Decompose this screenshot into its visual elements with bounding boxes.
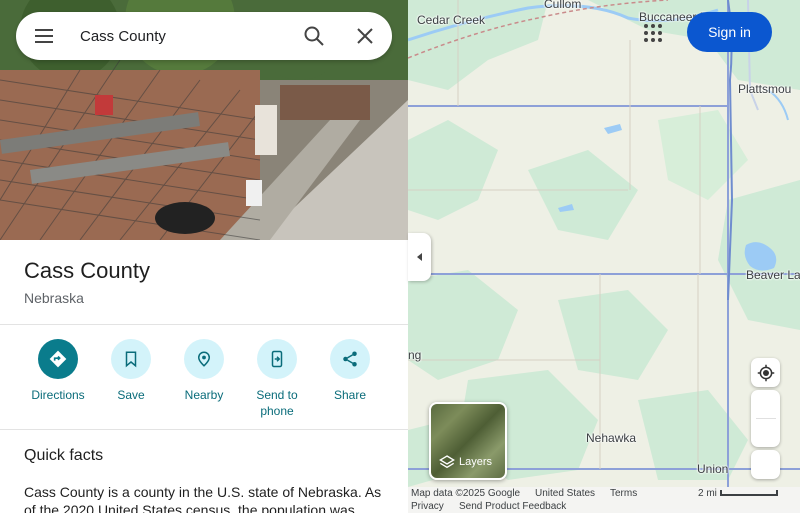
place-title: Cass County: [24, 258, 150, 283]
map-label-ng: ng: [408, 348, 422, 362]
map-label-union: Union: [697, 462, 729, 476]
map-canvas[interactable]: Cedar Creek Cullom Buccaneer Bay Plattsm…: [408, 0, 800, 513]
apps-grid-icon[interactable]: [641, 21, 665, 45]
search-input[interactable]: [80, 24, 280, 48]
street-view-button[interactable]: [751, 450, 780, 479]
bookmark-icon: [125, 351, 137, 368]
send-to-phone-button[interactable]: Send to phone: [242, 339, 312, 419]
zoom-controls: [751, 390, 780, 447]
map-label-nehawka: Nehawka: [586, 431, 637, 445]
map-label-beaver-lake: Beaver Lal: [746, 268, 800, 282]
share-button[interactable]: Share: [315, 339, 385, 403]
country-link[interactable]: United States: [535, 488, 595, 499]
map-footer: Map data ©2025 Google United States Term…: [408, 487, 800, 513]
my-location-button[interactable]: [751, 358, 780, 387]
layers-label: Layers: [459, 456, 493, 468]
map-label-cedar-creek: Cedar Creek: [417, 13, 486, 27]
map-data-credit: Map data ©2025 Google: [411, 488, 521, 499]
quick-facts-text: Cass County is a county in the U.S. stat…: [24, 484, 382, 513]
directions-label: Directions: [31, 388, 85, 402]
collapse-panel-button[interactable]: [408, 233, 431, 281]
save-button[interactable]: Save: [96, 339, 166, 403]
zoom-in-button[interactable]: [751, 390, 780, 418]
map-label-cullom: Cullom: [544, 0, 582, 11]
scale-label[interactable]: 2 mi: [698, 488, 717, 499]
zoom-out-button[interactable]: [751, 419, 780, 447]
nearby-circle: [184, 339, 224, 379]
close-icon[interactable]: [353, 24, 377, 48]
terms-link[interactable]: Terms: [610, 488, 637, 499]
chevron-left-icon: [416, 253, 422, 261]
quick-facts-title: Quick facts: [24, 447, 104, 464]
privacy-link[interactable]: Privacy: [411, 501, 444, 512]
my-location-icon: [757, 364, 774, 381]
save-label: Save: [117, 388, 145, 402]
directions-icon: [49, 350, 67, 368]
nearby-button[interactable]: Nearby: [169, 339, 239, 403]
share-circle: [330, 339, 370, 379]
feedback-link[interactable]: Send Product Feedback: [459, 501, 566, 512]
divider: [0, 324, 408, 325]
share-label: Share: [333, 388, 367, 402]
menu-icon[interactable]: [32, 24, 56, 48]
layers-icon: [439, 455, 455, 469]
layers-button[interactable]: Layers: [429, 402, 507, 480]
scale-bar: [720, 490, 778, 496]
side-panel: Cass County Nebraska Directions Save Nea…: [0, 0, 408, 513]
place-subtitle: Nebraska: [24, 290, 84, 306]
sign-in-button[interactable]: Sign in: [687, 12, 772, 52]
directions-button[interactable]: Directions: [23, 339, 93, 403]
search-icon[interactable]: [302, 24, 326, 48]
divider: [0, 429, 408, 430]
share-icon: [343, 351, 357, 367]
save-circle: [111, 339, 151, 379]
send-to-phone-icon: [271, 350, 283, 368]
send-to-phone-circle: [257, 339, 297, 379]
nearby-icon: [197, 351, 211, 367]
search-box: [16, 12, 392, 60]
send-to-phone-label: Send to phone: [256, 388, 298, 418]
nearby-label: Nearby: [184, 388, 224, 402]
directions-circle: [38, 339, 78, 379]
map-label-plattsmouth: Plattsmou: [738, 82, 792, 96]
